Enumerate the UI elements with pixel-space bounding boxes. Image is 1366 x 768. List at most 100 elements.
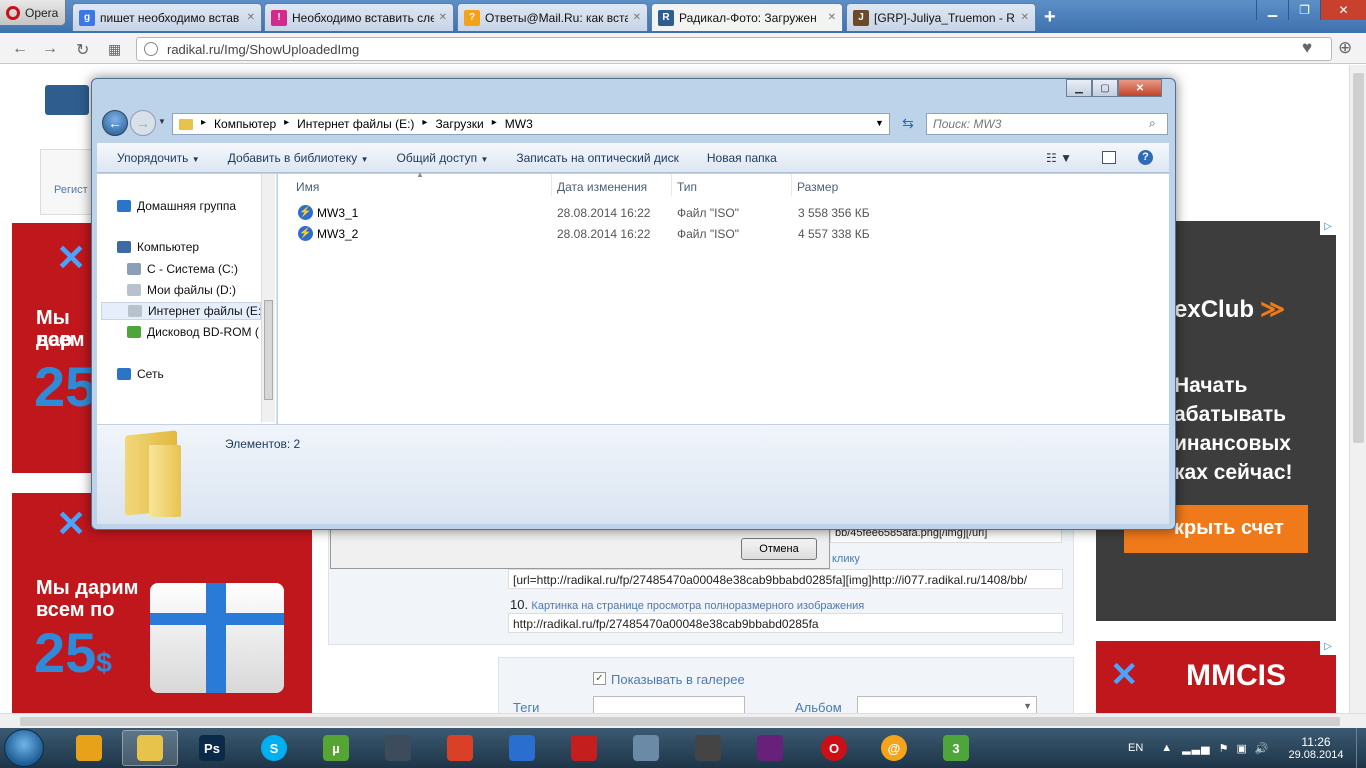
- nav-item-3[interactable]: Мои файлы (D:): [127, 281, 236, 299]
- volume-icon[interactable]: 🔊: [1255, 742, 1269, 755]
- code-field-10[interactable]: http://radikal.ru/fp/27485470a00048e38ca…: [508, 613, 1063, 633]
- toolbar-item-2[interactable]: Общий доступ ▼: [396, 151, 488, 165]
- clock[interactable]: 11:26 29.08.2014: [1286, 728, 1346, 768]
- tab-3[interactable]: ? Ответы@Mail.Ru: как вста ✕: [457, 3, 648, 31]
- tab-1[interactable]: g пишет необходимо встав ✕: [72, 3, 262, 31]
- opera-menu-button[interactable]: Opera: [0, 0, 66, 26]
- column-header-0[interactable]: Имя: [296, 180, 319, 194]
- steelseries-taskbar-button[interactable]: [680, 730, 736, 766]
- refresh-icon[interactable]: ⇆: [896, 115, 920, 135]
- flag-icon[interactable]: ⚑: [1219, 742, 1229, 755]
- toolbar-item-4[interactable]: Новая папка: [707, 151, 777, 165]
- toolbar-item-3[interactable]: Записать на оптический диск: [516, 151, 679, 165]
- media-player-taskbar-button[interactable]: [618, 730, 674, 766]
- toolbar-item-0[interactable]: Упорядочить ▼: [117, 151, 200, 165]
- utorrent-taskbar-button[interactable]: µ: [308, 730, 364, 766]
- maximize-icon[interactable]: ▢: [1092, 79, 1118, 97]
- close-icon[interactable]: ✕: [1118, 79, 1162, 97]
- tab-2[interactable]: ! Необходимо вставить сле ✕: [264, 3, 454, 31]
- breadcrumb-arrow-icon[interactable]: ▸: [492, 117, 497, 131]
- url-field[interactable]: radikal.ru/Img/ShowUploadedImg: [136, 37, 1332, 61]
- ad-mmcis-right[interactable]: ▷ ✕ MMCIS: [1096, 641, 1336, 713]
- minimize-icon[interactable]: ▁: [1066, 79, 1092, 97]
- page-scrollbar-vertical[interactable]: [1349, 65, 1366, 713]
- daemon-lightning-taskbar-button[interactable]: [494, 730, 550, 766]
- chevron-down-icon[interactable]: ▼: [875, 118, 884, 128]
- search-input[interactable]: Поиск: MW3 ⌕: [926, 113, 1168, 135]
- tab-5[interactable]: J [GRP]-Juliya_Truemon - R ✕: [846, 3, 1036, 31]
- nav-item-2[interactable]: C - Система (C:): [127, 260, 238, 278]
- column-header-1[interactable]: Дата изменения: [557, 180, 647, 194]
- restore-icon[interactable]: ❐: [1288, 0, 1320, 20]
- file-row[interactable]: ⚡ MW3_1 28.08.2014 16:22 Файл "ISO" 3 558 35…: [296, 204, 896, 222]
- download-icon[interactable]: ⊕: [1338, 38, 1352, 58]
- new-tab-button[interactable]: +: [1044, 6, 1056, 29]
- signal-icon[interactable]: ▂▃▅: [1182, 742, 1210, 755]
- toolbar-item-1[interactable]: Добавить в библиотеку ▼: [228, 151, 369, 165]
- antivirus-taskbar-button[interactable]: [556, 730, 612, 766]
- help-icon[interactable]: ?: [1138, 150, 1153, 165]
- explorer-taskbar-button[interactable]: [122, 730, 178, 766]
- tab-close-icon[interactable]: ✕: [247, 12, 255, 23]
- mail-agent-taskbar-button[interactable]: @: [866, 730, 922, 766]
- game-taskbar-button[interactable]: 3: [928, 730, 984, 766]
- photoshop-taskbar-button[interactable]: Ps: [184, 730, 240, 766]
- breadcrumb-arrow-icon[interactable]: ▸: [422, 117, 427, 131]
- network-tray-icon[interactable]: ▣: [1236, 742, 1246, 755]
- column-header-3[interactable]: Размер: [797, 180, 838, 194]
- tray-arrow-icon[interactable]: ▲: [1161, 742, 1172, 754]
- skype-taskbar-button[interactable]: S: [246, 730, 302, 766]
- opera-task-taskbar-button[interactable]: O: [806, 730, 862, 766]
- breadcrumb-item[interactable]: Компьютер: [214, 117, 276, 131]
- recent-pages-chevron-icon[interactable]: ▼: [158, 117, 166, 126]
- nav-item-4[interactable]: Интернет файлы (E:: [101, 302, 261, 320]
- tab-close-icon[interactable]: ✕: [633, 12, 641, 23]
- adchoices-icon[interactable]: ▷: [1320, 221, 1336, 235]
- forward-arrow-icon[interactable]: →: [130, 110, 156, 136]
- nav-scrollbar[interactable]: [261, 174, 275, 422]
- minimize-icon[interactable]: ▁: [1256, 0, 1288, 20]
- column-header-2[interactable]: Тип: [677, 180, 697, 194]
- nav-item-0[interactable]: Домашняя группа: [117, 197, 236, 215]
- cancel-button[interactable]: Отмена: [741, 538, 817, 560]
- language-indicator[interactable]: EN: [1128, 742, 1143, 754]
- album-select[interactable]: ▼: [857, 696, 1037, 713]
- preview-pane-icon[interactable]: [1102, 151, 1116, 164]
- gallery-checkbox[interactable]: ✓: [593, 672, 606, 685]
- tab-4[interactable]: R Радикал-Фото: Загружен ✕: [651, 3, 843, 31]
- windows-start-button[interactable]: [4, 729, 44, 767]
- ccleaner-taskbar-button[interactable]: [432, 730, 488, 766]
- nav-item-1[interactable]: Компьютер: [117, 238, 199, 256]
- breadcrumb-arrow-icon[interactable]: ▸: [284, 117, 289, 131]
- tab-close-icon[interactable]: ✕: [439, 12, 447, 23]
- back-arrow-icon[interactable]: ←: [102, 110, 128, 136]
- back-arrow-icon[interactable]: ←: [12, 40, 28, 58]
- steam-taskbar-button[interactable]: [370, 730, 426, 766]
- nav-item-6[interactable]: Сеть: [117, 365, 164, 383]
- heart-bookmark-icon[interactable]: ♥: [1302, 38, 1312, 58]
- adchoices-icon[interactable]: ▷: [1320, 641, 1336, 655]
- breadcrumb-item[interactable]: MW3: [505, 117, 533, 131]
- forward-arrow-icon[interactable]: →: [42, 40, 58, 58]
- breadcrumb-arrow-icon[interactable]: ▸: [201, 117, 206, 131]
- speed-dial-icon[interactable]: ▦: [108, 41, 121, 58]
- daemon-tools-taskbar-button[interactable]: [61, 730, 117, 766]
- reload-icon[interactable]: ↻: [76, 40, 89, 60]
- breadcrumb-item[interactable]: Загрузки: [435, 117, 483, 131]
- left-nav-register[interactable]: Регист: [40, 149, 94, 215]
- view-options-icon[interactable]: ☷ ▼: [1046, 151, 1072, 165]
- page-scrollbar-horizontal[interactable]: [0, 713, 1366, 728]
- nav-item-5[interactable]: Дисковод BD-ROM (: [127, 323, 259, 341]
- tab-close-icon[interactable]: ✕: [828, 12, 836, 23]
- tags-input[interactable]: [593, 696, 745, 713]
- file-row[interactable]: ⚡ MW3_2 28.08.2014 16:22 Файл "ISO" 4 557 33…: [296, 225, 896, 243]
- show-desktop-button[interactable]: [1356, 728, 1366, 768]
- breadcrumb-item[interactable]: Интернет файлы (E:): [297, 117, 414, 131]
- close-icon[interactable]: ✕: [1320, 0, 1366, 20]
- ad-left-top[interactable]: ✕ Мы дар всем 25: [12, 223, 92, 473]
- code-field-9[interactable]: [url=http://radikal.ru/fp/27485470a00048…: [508, 569, 1063, 589]
- tab-close-icon[interactable]: ✕: [1021, 12, 1029, 23]
- visual-studio-taskbar-button[interactable]: [742, 730, 798, 766]
- site-info-icon[interactable]: [144, 42, 158, 56]
- breadcrumb[interactable]: ▸ Компьютер ▸ Интернет файлы (E:) ▸ Загрузки ▸…: [172, 113, 890, 135]
